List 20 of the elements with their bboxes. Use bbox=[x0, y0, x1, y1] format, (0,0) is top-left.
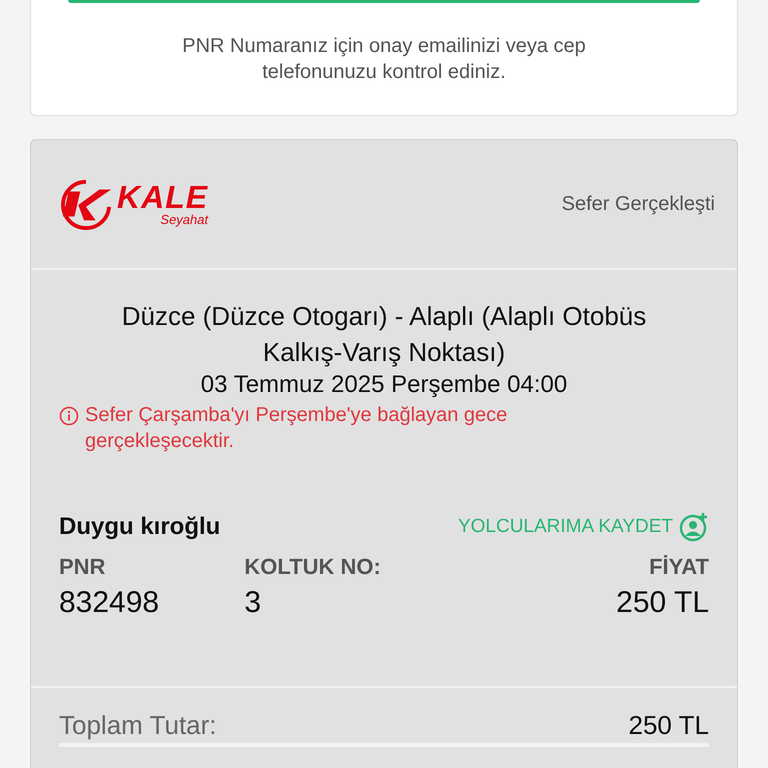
add-person-icon bbox=[679, 512, 709, 542]
total-value: 250 TL bbox=[628, 710, 709, 741]
field-value: 832498 bbox=[59, 586, 160, 620]
field-label: FİYAT bbox=[648, 554, 709, 580]
logo-subtitle: Seyahat bbox=[160, 213, 208, 227]
departure-datetime: 03 Temmuz 2025 Perşembe 04:00 bbox=[200, 370, 568, 400]
info-icon bbox=[59, 406, 79, 426]
field-value: 3 bbox=[244, 586, 262, 620]
warning-message: Sefer Çarşamba'yı Perşembe'ye bağlayan gece gerçekleşecektir. bbox=[85, 403, 508, 454]
passenger-name: Duygu kıroğlu bbox=[59, 513, 220, 541]
total-label: Toplam Tutar: bbox=[59, 710, 217, 741]
field-label: KOLTUK NO: bbox=[244, 554, 381, 580]
field-label: PNR bbox=[59, 554, 106, 580]
field-value: 250 TL bbox=[616, 586, 709, 620]
trip-status: Sefer Gerçekleşti bbox=[562, 192, 715, 216]
route-title: Düzce (Düzce Otogarı) - Alaplı (Alaplı Otobüs Kalkış-Varış Noktası) bbox=[120, 300, 648, 369]
save-passenger-link[interactable]: YOLCULARIMA KAYDET bbox=[458, 512, 709, 542]
notice-message: PNR Numaranız için onay emailinizi veya cep telefonunuzu kontrol ediniz. bbox=[181, 34, 587, 85]
action-button[interactable] bbox=[68, 0, 700, 3]
logo-name: KALE bbox=[117, 181, 208, 213]
